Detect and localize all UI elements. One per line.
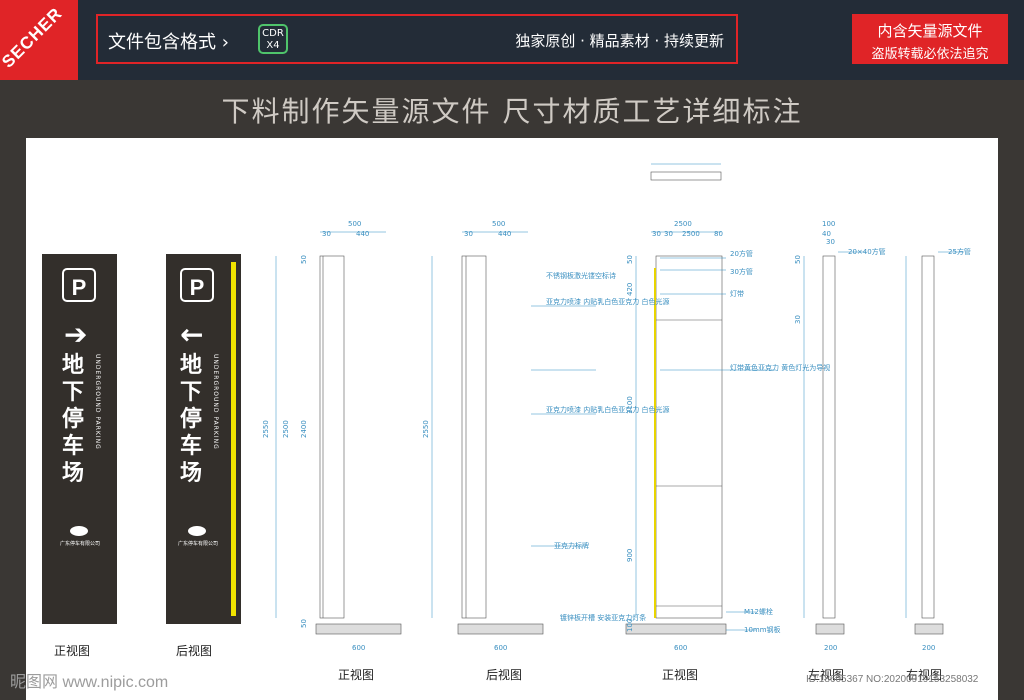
dim-height: 2550 — [262, 420, 270, 438]
headline: 下料制作矢量源文件 尺寸材质工艺详细标注 — [221, 95, 803, 128]
slogan: 独家原创 · 精品素材 · 持续更新 — [515, 32, 724, 50]
dim-height: 900 — [626, 549, 634, 562]
caption-drawing: 正视图 — [662, 667, 698, 682]
dim-top: 2500 — [674, 220, 692, 228]
dim-top: 100 — [822, 220, 835, 228]
brand-logo: SECHER — [0, 3, 66, 72]
dim-base: 600 — [674, 644, 687, 652]
cdr-format-badge: CDR X4 — [258, 24, 288, 54]
annotation: 亚克力标牌 — [554, 541, 589, 550]
dim-top: 2500 — [682, 230, 700, 238]
dim-top: 30 — [652, 230, 661, 238]
caption-drawing: 正视图 — [338, 667, 374, 682]
cdr-badge-line2: X4 — [266, 40, 280, 51]
dim-top: 30 — [322, 230, 331, 238]
back-view-outline — [461, 255, 487, 619]
dim-height: 50 — [794, 255, 802, 264]
cdr-badge-line1: CDR — [262, 28, 284, 39]
dim-top: 500 — [492, 220, 505, 228]
dim-base: 200 — [922, 644, 935, 652]
dim-base: 200 — [824, 644, 837, 652]
copyright-notice: 内含矢量源文件 盗版转载必依法追究 — [852, 14, 1008, 64]
dim-top: 440 — [498, 230, 511, 238]
annotation: 30方管 — [730, 267, 753, 276]
technical-drawings: 500 30 440 500 30 440 2500 30 30 2500 80… — [262, 163, 971, 682]
dim-height: 2500 — [282, 420, 290, 438]
dim-height: 30 — [794, 315, 802, 324]
annotation: 灯带 — [730, 289, 744, 298]
dim-height: 420 — [626, 283, 634, 296]
dim-height: 2400 — [300, 420, 308, 438]
frame-view-outline — [655, 255, 723, 619]
annotation: 不锈钢板激光镂空标诗 — [546, 271, 616, 280]
notice-line1: 内含矢量源文件 — [877, 22, 983, 40]
dim-base: 600 — [352, 644, 365, 652]
front-view-outline — [319, 255, 345, 619]
dim-top: 440 — [356, 230, 369, 238]
left-view-outline — [822, 255, 836, 619]
dim-height: 50 — [300, 619, 308, 628]
annotation: 25方管 — [948, 247, 971, 256]
dim-base: 600 — [494, 644, 507, 652]
dim-top: 500 — [348, 220, 361, 228]
top-banner: SECHER 文件包含格式 › CDR X4 独家原创 · 精品素材 · 持续更… — [0, 0, 1024, 80]
annotation: 20×40方管 — [848, 247, 886, 256]
annotation: 20方管 — [730, 249, 753, 258]
dim-height: 2550 — [422, 420, 430, 438]
annotation: 10mm钢板 — [744, 625, 781, 634]
annotation: M12螺栓 — [744, 607, 773, 616]
annotation: 镀锌板开槽 安装亚克力灯条 — [560, 613, 646, 622]
top-plan-outline — [650, 171, 722, 181]
notice-line2: 盗版转载必依法追究 — [871, 47, 989, 62]
annotation: 亚克力喷漆 内贴乳白色亚克力 白色光源 — [546, 405, 669, 414]
drawing-sheet: P ➔ 地下停车场 UNDERGROUND PARKING 广东停车有限公司 正… — [26, 138, 998, 700]
right-view-outline — [921, 255, 935, 619]
dim-height: 50 — [626, 255, 634, 264]
caption-drawing: 后视图 — [486, 667, 522, 682]
dim-top: 30 — [664, 230, 673, 238]
format-label: 文件包含格式 › — [108, 32, 229, 53]
annotation: 亚克力喷漆 内贴乳白色亚克力 白色光源 — [546, 297, 669, 306]
dim-top: 30 — [826, 238, 835, 246]
watermark-id: ID:18605367 NO:20200919153258032 — [806, 674, 979, 685]
dim-height: 50 — [300, 255, 308, 264]
brand-corner: SECHER — [0, 0, 78, 80]
dim-top: 40 — [822, 230, 831, 238]
format-box: 文件包含格式 › CDR X4 独家原创 · 精品素材 · 持续更新 — [96, 14, 738, 64]
annotation: 灯带黄色亚克力 黄色灯光为导视 — [730, 363, 830, 372]
dim-top: 30 — [464, 230, 473, 238]
watermark: 昵图网 www.nipic.com — [10, 674, 169, 691]
dim-top: 80 — [714, 230, 723, 238]
